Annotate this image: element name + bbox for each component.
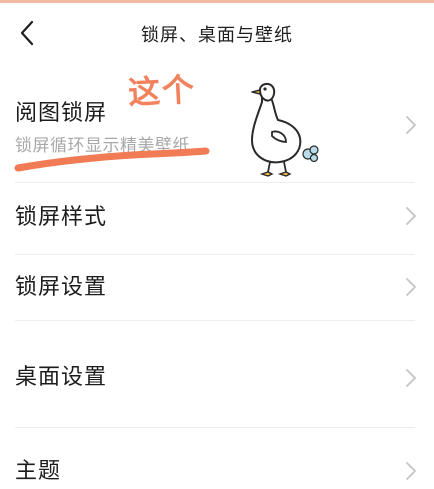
divider [15, 427, 415, 428]
page-title: 锁屏、桌面与壁纸 [141, 25, 293, 46]
list-item-label: 锁屏设置 [15, 275, 108, 300]
list-item-desktop-settings[interactable]: 桌面设置 [0, 341, 434, 413]
chevron-right-icon [406, 116, 416, 134]
list-item-label: 锁屏样式 [15, 205, 108, 230]
chevron-right-icon [406, 369, 416, 387]
list-item-lock-screen-style[interactable]: 锁屏样式 [0, 183, 434, 249]
chevron-right-icon [406, 278, 416, 296]
list-item-label: 主题 [15, 459, 62, 484]
goose-sticker [251, 82, 319, 177]
list-item-theme[interactable]: 主题 [0, 431, 434, 489]
annotation-label: 这个 [127, 70, 198, 112]
divider [15, 320, 415, 321]
annotation-underline [14, 147, 210, 172]
list-item-label: 桌面设置 [15, 365, 108, 390]
list-item-label: 阅图锁屏 [15, 101, 108, 126]
chevron-right-icon [406, 462, 416, 480]
header: 锁屏、桌面与壁纸 [0, 3, 434, 61]
list-item-lock-screen-settings[interactable]: 锁屏设置 [0, 255, 434, 321]
chevron-right-icon [406, 207, 416, 225]
